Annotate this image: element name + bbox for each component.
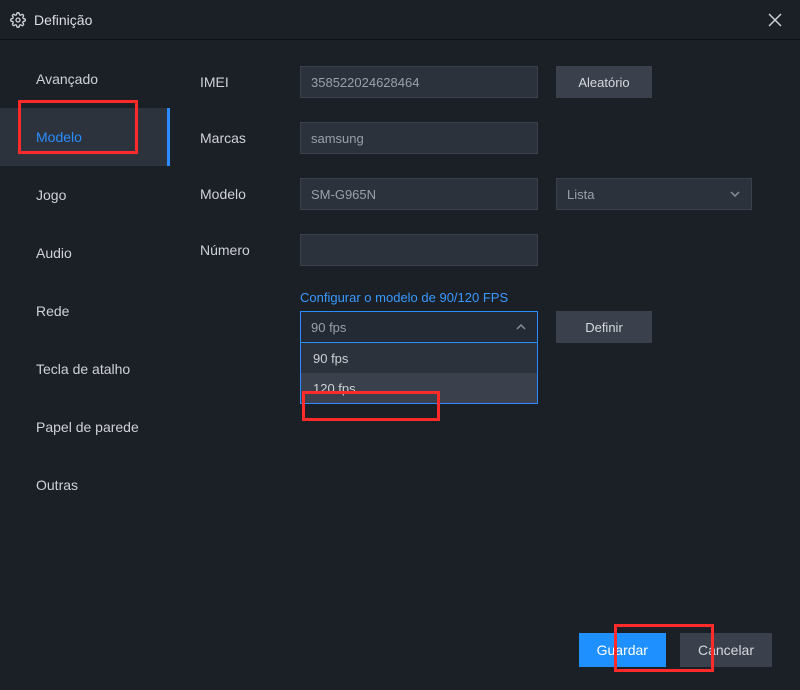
sidebar-item-network[interactable]: Rede bbox=[0, 282, 170, 340]
close-button[interactable] bbox=[760, 5, 790, 35]
row-imei: IMEI Aleatório bbox=[200, 66, 776, 98]
sidebar-item-game[interactable]: Jogo bbox=[0, 166, 170, 224]
sidebar-item-label: Papel de parede bbox=[36, 419, 139, 435]
number-input[interactable] bbox=[300, 234, 538, 266]
gear-icon bbox=[10, 12, 26, 28]
sidebar: Avançado Modelo Jogo Audio Rede Tecla de… bbox=[0, 40, 170, 610]
sidebar-item-label: Modelo bbox=[36, 129, 82, 145]
chevron-up-icon bbox=[515, 321, 527, 333]
fps-option-120[interactable]: 120 fps bbox=[301, 373, 537, 403]
fps-dropdown: 90 fps 120 fps bbox=[300, 343, 538, 404]
titlebar: Definição bbox=[0, 0, 800, 40]
fps-selected-value: 90 fps bbox=[311, 320, 346, 335]
sidebar-item-label: Audio bbox=[36, 245, 72, 261]
row-number: Número bbox=[200, 234, 776, 266]
sidebar-item-wallpaper[interactable]: Papel de parede bbox=[0, 398, 170, 456]
cancel-button[interactable]: Cancelar bbox=[680, 633, 772, 667]
sidebar-item-model[interactable]: Modelo bbox=[0, 108, 170, 166]
fps-option-90[interactable]: 90 fps bbox=[301, 343, 537, 373]
sidebar-item-label: Outras bbox=[36, 477, 78, 493]
brand-input[interactable] bbox=[300, 122, 538, 154]
sidebar-item-label: Avançado bbox=[36, 71, 98, 87]
sidebar-item-label: Rede bbox=[36, 303, 69, 319]
save-button[interactable]: Guardar bbox=[579, 633, 666, 667]
chevron-down-icon bbox=[729, 188, 741, 200]
sidebar-item-label: Tecla de atalho bbox=[36, 361, 130, 377]
sidebar-item-audio[interactable]: Audio bbox=[0, 224, 170, 282]
footer: Guardar Cancelar bbox=[0, 610, 800, 690]
imei-label: IMEI bbox=[200, 74, 300, 90]
model-input[interactable] bbox=[300, 178, 538, 210]
content-panel: IMEI Aleatório Marcas Modelo Lista bbox=[170, 40, 800, 610]
number-label: Número bbox=[200, 242, 300, 258]
sidebar-item-others[interactable]: Outras bbox=[0, 456, 170, 514]
model-label: Modelo bbox=[200, 186, 300, 202]
window-body: Avançado Modelo Jogo Audio Rede Tecla de… bbox=[0, 40, 800, 610]
fps-select[interactable]: 90 fps bbox=[300, 311, 538, 343]
imei-input[interactable] bbox=[300, 66, 538, 98]
brand-label: Marcas bbox=[200, 130, 300, 146]
model-list-label: Lista bbox=[567, 187, 594, 202]
row-brand: Marcas bbox=[200, 122, 776, 154]
sidebar-item-label: Jogo bbox=[36, 187, 66, 203]
window-title: Definição bbox=[34, 12, 92, 28]
fps-block: Configurar o modelo de 90/120 FPS 90 fps… bbox=[300, 290, 776, 404]
sidebar-item-advanced[interactable]: Avançado bbox=[0, 50, 170, 108]
model-list-select[interactable]: Lista bbox=[556, 178, 752, 210]
fps-config-link[interactable]: Configurar o modelo de 90/120 FPS bbox=[300, 290, 776, 305]
sidebar-item-hotkey[interactable]: Tecla de atalho bbox=[0, 340, 170, 398]
imei-random-button[interactable]: Aleatório bbox=[556, 66, 652, 98]
settings-window: Definição Avançado Modelo Jogo Audio Red… bbox=[0, 0, 800, 690]
row-model: Modelo Lista bbox=[200, 178, 776, 210]
fps-set-button[interactable]: Definir bbox=[556, 311, 652, 343]
